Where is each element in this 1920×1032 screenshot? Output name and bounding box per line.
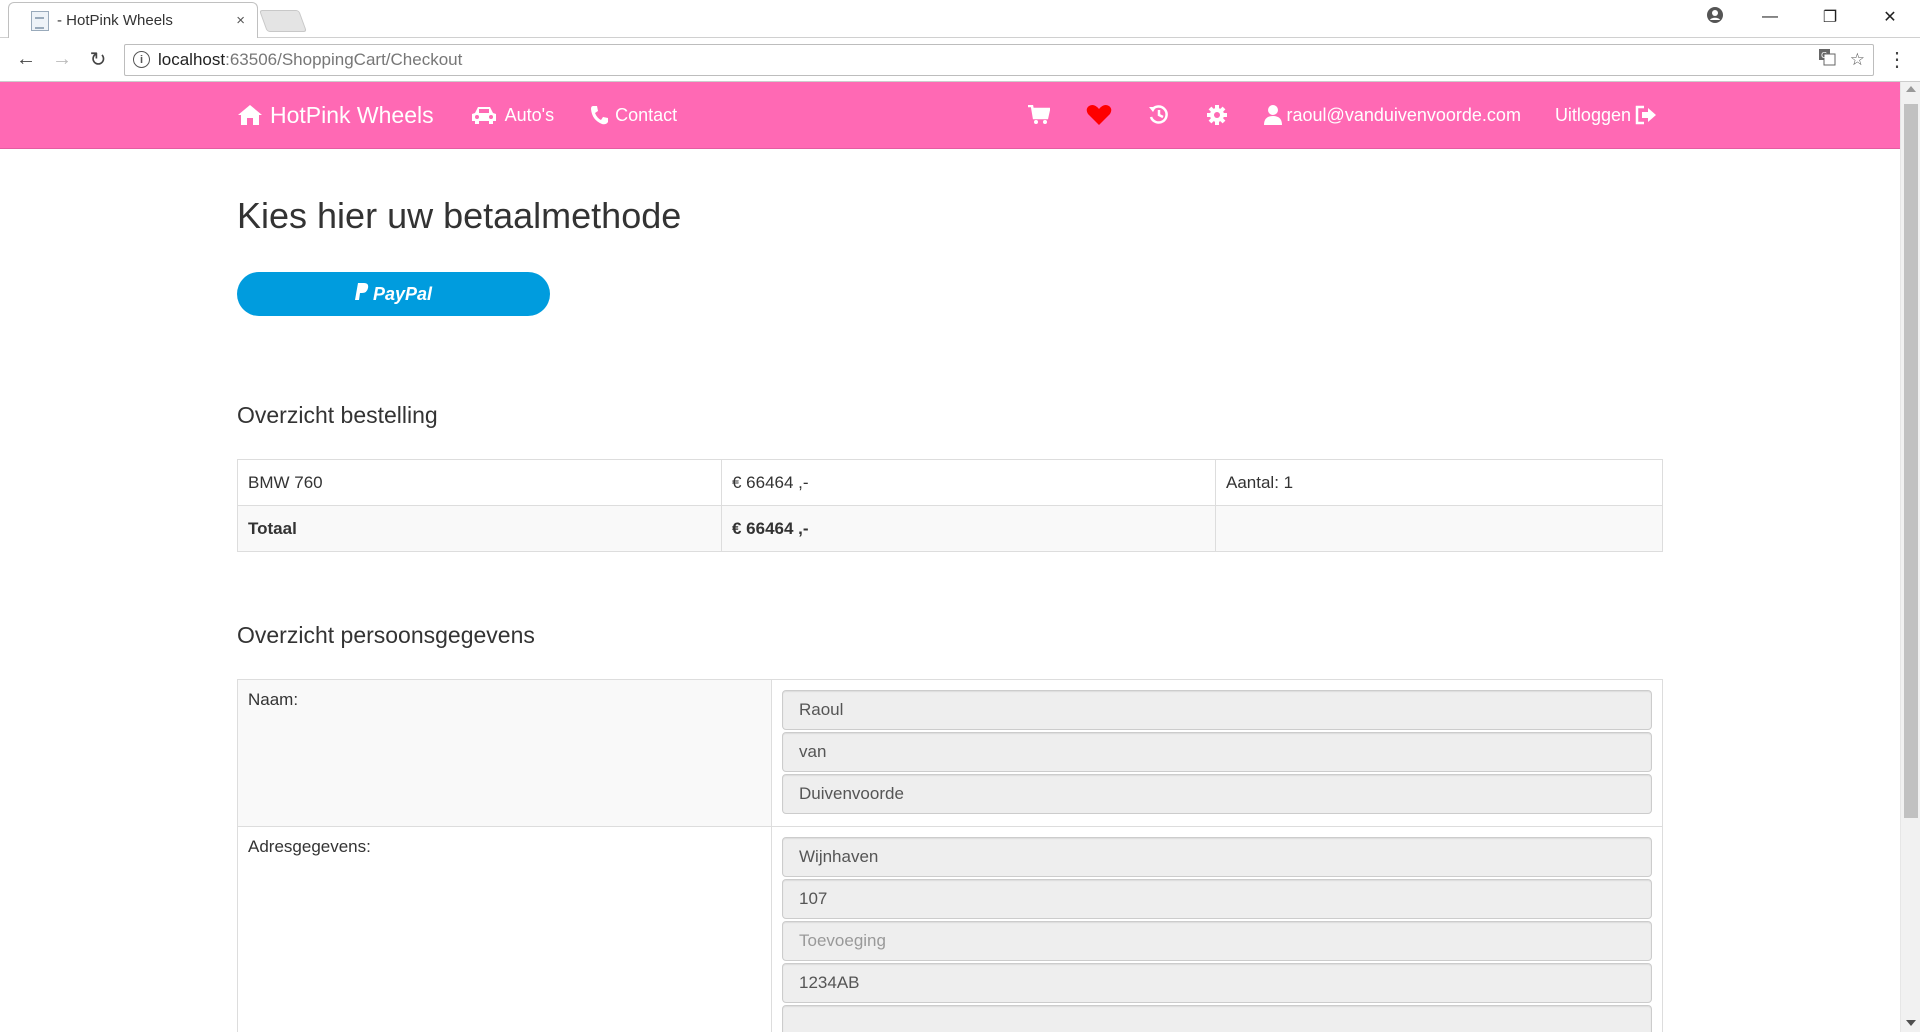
order-product: BMW 760 (237, 459, 722, 506)
browser-tab[interactable]: - HotPink Wheels × (8, 2, 258, 38)
nav-link-label: Auto's (504, 104, 555, 125)
house-number-field[interactable]: 107 (782, 879, 1652, 919)
brand-link[interactable]: HotPink Wheels (237, 102, 434, 129)
scrollbar-thumb[interactable] (1904, 104, 1918, 818)
total-label: Totaal (237, 505, 722, 552)
nav-link-label: Contact (615, 104, 678, 125)
order-heading: Overzicht bestelling (237, 402, 438, 428)
address-fields: Wijnhaven 107 Toevoeging 1234AB (771, 826, 1663, 1032)
nav-right: raoul@vanduivenvoorde.com Uitloggen (992, 82, 1662, 148)
paypal-button[interactable]: PayPal (237, 272, 550, 316)
scrollbar[interactable] (1900, 82, 1920, 1032)
profile-icon[interactable] (1690, 6, 1740, 28)
reload-icon[interactable]: ↻ (80, 42, 116, 78)
user-icon (1263, 105, 1282, 125)
tab-title: - HotPink Wheels (57, 12, 173, 29)
table-row-total: Totaal € 66464 ,- (237, 505, 1663, 552)
table-row: BMW 760 € 66464 ,- Aantal: 1 (237, 459, 1663, 506)
tab-close-icon[interactable]: × (236, 12, 245, 29)
address-bar[interactable]: i localhost:63506/ShoppingCart/Checkout … (124, 43, 1874, 76)
phone-icon (591, 106, 609, 125)
paypal-logo-icon (354, 282, 369, 306)
nav-link-autos[interactable]: Auto's (470, 105, 554, 126)
back-icon[interactable]: ← (8, 42, 44, 78)
name-label: Naam: (237, 679, 772, 827)
translate-icon[interactable]: G (1818, 48, 1836, 71)
shopping-cart-icon[interactable] (1027, 105, 1050, 125)
logout-label: Uitloggen (1554, 104, 1631, 125)
street-field[interactable]: Wijnhaven (782, 837, 1652, 877)
order-price: € 66464 ,- (721, 459, 1216, 506)
last-name-field[interactable]: Duivenvoorde (782, 774, 1652, 814)
history-icon[interactable] (1148, 104, 1170, 126)
settings-gear-icon[interactable] (1206, 104, 1228, 126)
home-icon (238, 105, 262, 125)
site-navbar: HotPink Wheels Auto's Contact raoul@vand… (0, 82, 1900, 149)
brand-name: HotPink Wheels (270, 101, 434, 128)
forward-icon[interactable]: → (44, 42, 80, 78)
heart-icon[interactable] (1086, 104, 1112, 126)
order-quantity: Aantal: 1 (1215, 459, 1663, 506)
postal-code-field[interactable]: 1234AB (782, 963, 1652, 1003)
total-price: € 66464 ,- (721, 505, 1216, 552)
person-table: Naam: Raoul van Duivenvoorde Adresgegeve… (237, 679, 1663, 1032)
person-heading: Overzicht persoonsgegevens (237, 622, 535, 648)
order-table: BMW 760 € 66464 ,- Aantal: 1 Totaal € 66… (237, 459, 1663, 552)
scroll-up-icon[interactable] (1906, 86, 1916, 92)
bookmark-star-icon[interactable]: ☆ (1850, 50, 1865, 70)
logout-link[interactable]: Uitloggen (1555, 105, 1657, 126)
info-icon[interactable]: i (133, 51, 150, 68)
main-content: Kies hier uw betaalmethode PayPal Overzi… (222, 195, 1663, 1032)
scroll-down-icon[interactable] (1906, 1020, 1916, 1026)
name-fields: Raoul van Duivenvoorde (771, 679, 1663, 827)
page-title: Kies hier uw betaalmethode (237, 195, 682, 236)
page-viewport: HotPink Wheels Auto's Contact raoul@vand… (0, 82, 1920, 1032)
table-row-name: Naam: Raoul van Duivenvoorde (237, 679, 1663, 827)
infix-field[interactable]: van (782, 732, 1652, 772)
paypal-label: PayPal (372, 283, 433, 304)
url-path: :63506/ShoppingCart/Checkout (225, 49, 463, 69)
car-icon (471, 107, 496, 124)
user-account-link[interactable]: raoul@vanduivenvoorde.com (1263, 104, 1521, 126)
restore-icon[interactable]: ❐ (1800, 7, 1860, 27)
new-tab-button[interactable] (258, 10, 308, 32)
close-window-icon[interactable]: ✕ (1860, 7, 1920, 27)
nav-link-contact[interactable]: Contact (590, 105, 677, 126)
first-name-field[interactable]: Raoul (782, 690, 1652, 730)
window-controls: — ❐ ✕ (1690, 0, 1920, 34)
svg-text:G: G (1821, 51, 1827, 60)
addition-field[interactable]: Toevoeging (782, 921, 1652, 961)
sign-out-icon (1635, 105, 1656, 125)
url-host: localhost (158, 49, 226, 69)
user-email: raoul@vanduivenvoorde.com (1286, 104, 1521, 125)
minimize-icon[interactable]: — (1740, 8, 1800, 26)
browser-menu-icon[interactable]: ⋮ (1882, 47, 1912, 72)
total-empty-cell (1215, 505, 1663, 552)
browser-tabbar: - HotPink Wheels × — ❐ ✕ (0, 0, 1920, 38)
city-field[interactable] (782, 1005, 1652, 1032)
browser-toolbar: ← → ↻ i localhost:63506/ShoppingCart/Che… (0, 38, 1920, 82)
page-icon (31, 10, 49, 31)
table-row-address: Adresgegevens: Wijnhaven 107 Toevoeging … (237, 826, 1663, 1032)
address-label: Adresgegevens: (237, 826, 772, 1032)
